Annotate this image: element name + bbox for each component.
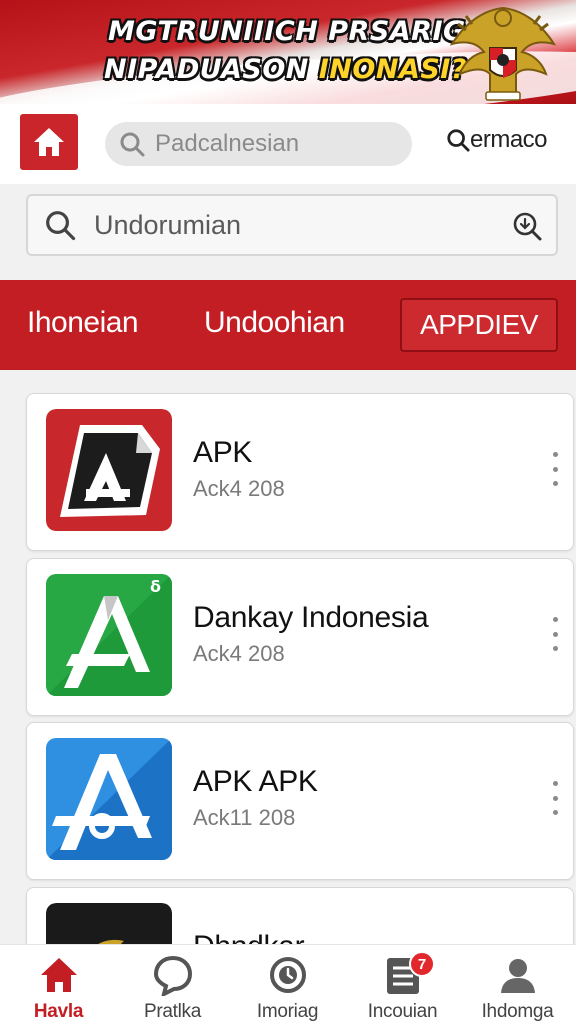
banner-title-line2: NIPADUASON INONASI? — [104, 54, 467, 85]
nav-item-ihdomga[interactable]: Ihdomga — [460, 953, 575, 1023]
more-options-icon[interactable] — [551, 781, 559, 815]
top-search-placeholder: Padcalnesian — [155, 130, 300, 157]
more-options-icon[interactable] — [551, 617, 559, 651]
nav-item-havla[interactable]: Havla — [1, 953, 116, 1023]
svg-text:δ: δ — [150, 577, 161, 596]
clock-icon — [269, 957, 306, 993]
bottom-navigation: Havla Pratlka Imoriag 7 Incouian Ihdomga — [0, 944, 576, 1024]
notification-badge: 7 — [409, 951, 435, 977]
app-subtitle: Ack11 208 — [193, 805, 296, 830]
home-button[interactable] — [20, 114, 78, 170]
promo-banner[interactable]: MGTRUNIIICH PRSARIG NIPADUASON INONASI? — [0, 0, 576, 104]
profile-icon — [500, 959, 535, 993]
search-submit-icon[interactable] — [510, 209, 544, 243]
nav-label: Ihdomga — [481, 1001, 554, 1022]
chat-icon — [153, 955, 192, 996]
blue-apk-icon — [46, 738, 172, 860]
home-icon — [34, 128, 64, 156]
nav-label: Pratlka — [143, 1001, 202, 1022]
category-tab-bar: Ihoneian Undoohian APPDIEV — [0, 280, 576, 370]
nav-item-imoriag[interactable]: Imoriag — [230, 953, 345, 1023]
search-icon — [46, 211, 76, 241]
tab-ihoneian[interactable]: Ihoneian — [27, 306, 139, 340]
tab-undoohian[interactable]: Undoohian — [204, 306, 345, 340]
home-icon — [40, 958, 77, 992]
nav-label: Incouian — [367, 1001, 438, 1022]
nav-item-pratlka[interactable]: Pratlka — [115, 953, 230, 1023]
main-search-query: Undorumian — [94, 209, 242, 240]
search-icon — [120, 132, 145, 157]
search-link-label: ermaco — [470, 126, 548, 153]
app-name: APK — [193, 436, 253, 469]
banner-title-line2-text: NIPADUASON — [104, 54, 319, 85]
app-list-item[interactable]: δ Dankay Indonesia Ack4 208 — [26, 558, 574, 716]
nav-label: Imoriag — [256, 1001, 319, 1022]
green-apk-icon: δ — [46, 574, 172, 696]
app-subtitle: Ack4 208 — [193, 476, 285, 501]
app-name: APK APK — [193, 765, 318, 798]
search-icon — [447, 129, 470, 152]
tab-appdiev[interactable]: APPDIEV — [400, 298, 558, 352]
main-search-input[interactable]: Undorumian — [26, 194, 558, 256]
app-list-item[interactable]: APK APK Ack11 208 — [26, 722, 574, 880]
nav-label: Havla — [33, 1001, 84, 1022]
more-options-icon[interactable] — [551, 452, 559, 486]
app-subtitle: Ack4 208 — [193, 641, 285, 666]
search-link[interactable]: ermaco — [446, 126, 548, 154]
app-header: Padcalnesian ermaco — [0, 104, 576, 184]
top-search-input[interactable]: Padcalnesian — [105, 122, 412, 166]
app-name: Dankay Indonesia — [193, 601, 429, 634]
app-list-item[interactable]: APK Ack4 208 — [26, 393, 574, 551]
nav-item-incouian[interactable]: 7 Incouian — [345, 951, 460, 1023]
banner-title-line1: MGTRUNIIICH PRSARIG — [108, 16, 466, 47]
red-apk-icon — [46, 409, 172, 531]
garuda-emblem-icon — [449, 6, 557, 101]
